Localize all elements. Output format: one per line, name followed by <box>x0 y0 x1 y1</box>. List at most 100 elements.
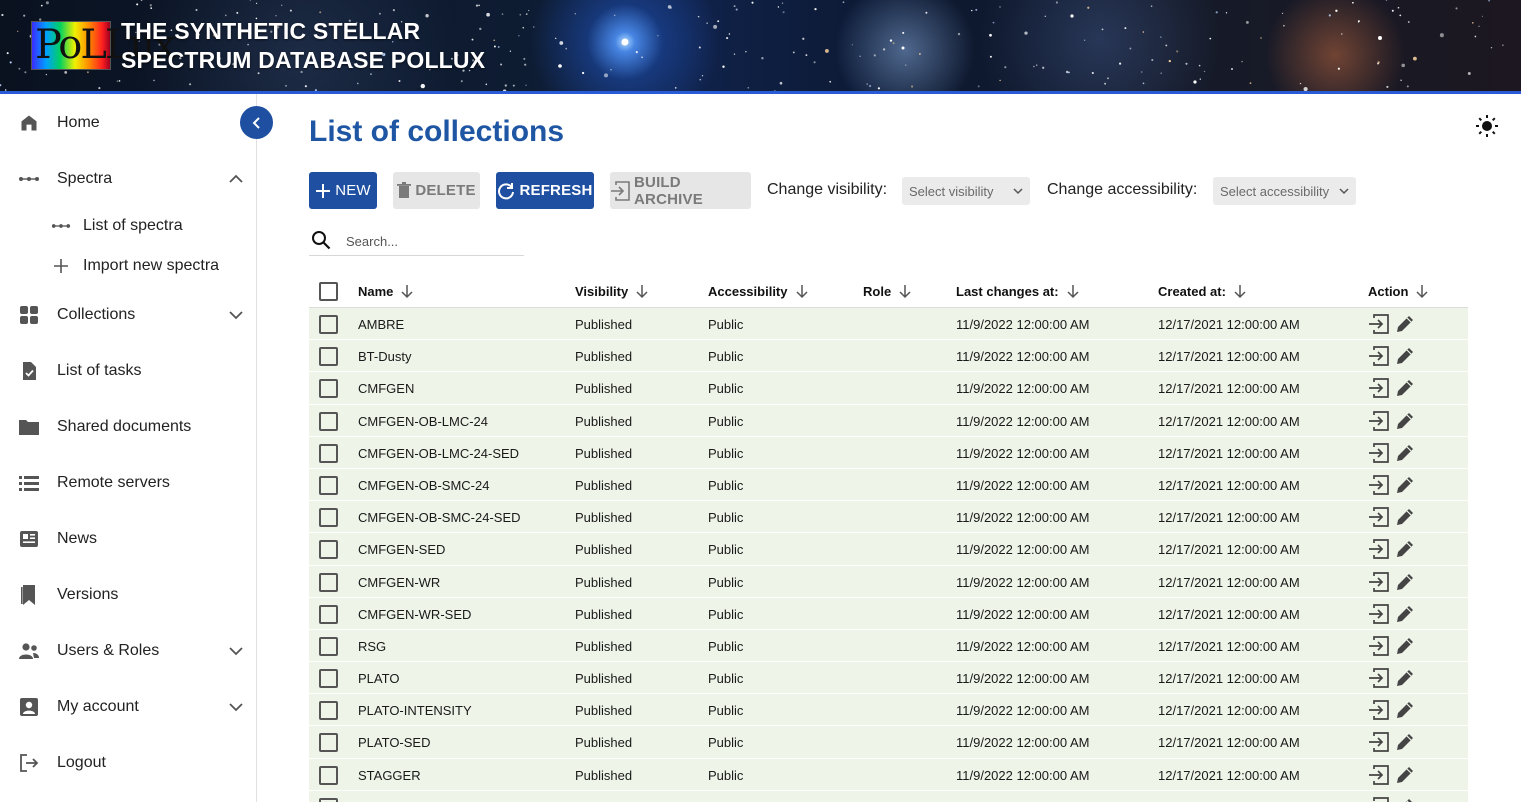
column-header-name[interactable]: Name <box>358 283 415 299</box>
select-all-checkbox[interactable] <box>319 282 338 301</box>
pencil-icon[interactable] <box>1394 731 1416 753</box>
sidebar-collapse-button[interactable] <box>240 106 273 139</box>
delete-button[interactable]: DELETE <box>393 172 480 209</box>
row-checkbox[interactable] <box>319 508 338 528</box>
open-collection-icon[interactable] <box>1368 313 1390 335</box>
open-collection-icon[interactable] <box>1368 410 1390 432</box>
open-collection-icon[interactable] <box>1368 571 1390 593</box>
row-checkbox[interactable] <box>319 701 338 721</box>
pencil-icon[interactable] <box>1394 474 1416 496</box>
table-row[interactable]: CMFGEN-WR-SED Published Public 11/9/2022 12… <box>309 597 1468 630</box>
pencil-icon[interactable] <box>1394 538 1416 560</box>
pencil-icon[interactable] <box>1394 796 1416 802</box>
column-header-last-changes[interactable]: Last changes at: <box>956 283 1081 299</box>
table-row[interactable]: CMFGEN-WR Published Public 11/9/2022 12:00:… <box>309 565 1468 598</box>
row-checkbox[interactable] <box>319 733 338 753</box>
row-checkbox[interactable] <box>319 540 338 560</box>
column-header-role[interactable]: Role <box>863 283 913 299</box>
search-input[interactable] <box>346 231 516 251</box>
sidebar-item-home[interactable]: Home <box>0 95 256 151</box>
pencil-icon[interactable] <box>1394 667 1416 689</box>
row-checkbox[interactable] <box>319 765 338 785</box>
pencil-icon[interactable] <box>1394 442 1416 464</box>
pencil-icon[interactable] <box>1394 635 1416 657</box>
row-checkbox[interactable] <box>319 379 338 399</box>
sort-arrow-down-icon[interactable] <box>1232 283 1248 299</box>
sidebar-item-versions[interactable]: Versions <box>0 567 256 623</box>
sort-arrow-down-icon[interactable] <box>399 283 415 299</box>
pencil-icon[interactable] <box>1394 506 1416 528</box>
table-row[interactable]: PLATO Published Public 11/9/2022 12:00:00 A… <box>309 662 1468 695</box>
sidebar-item-news[interactable]: News <box>0 511 256 567</box>
sun-icon[interactable] <box>1475 114 1499 138</box>
sidebar-item-list-of-spectra[interactable]: List of spectra <box>0 206 256 246</box>
table-row[interactable]: PLATO-INTENSITY Published Public 11/9/2022 … <box>309 694 1468 727</box>
table-row[interactable]: PLATO-SED Published Public 11/9/2022 12:00:… <box>309 726 1468 759</box>
table-row[interactable]: RSG Published Public 11/9/2022 12:00:00 AM 1… <box>309 629 1468 663</box>
sidebar-item-spectra[interactable]: Spectra <box>0 151 256 207</box>
sort-arrow-down-icon[interactable] <box>1065 283 1081 299</box>
sidebar-item-users-roles[interactable]: Users & Roles <box>0 623 256 679</box>
visibility-select[interactable]: Select visibility <box>902 177 1030 205</box>
table-row[interactable]: STAGGER Published Public 11/9/2022 12:00:00… <box>309 758 1468 791</box>
open-collection-icon[interactable] <box>1368 345 1390 367</box>
open-collection-icon[interactable] <box>1368 796 1390 802</box>
row-checkbox[interactable] <box>319 669 338 689</box>
sidebar-item-import-new-spectra[interactable]: Import new spectra <box>0 246 256 286</box>
table-row[interactable]: AMBRE Published Public 11/9/2022 12:00:00 A… <box>309 308 1468 341</box>
open-collection-icon[interactable] <box>1368 731 1390 753</box>
pencil-icon[interactable] <box>1394 603 1416 625</box>
open-collection-icon[interactable] <box>1368 377 1390 399</box>
row-checkbox[interactable] <box>319 604 338 624</box>
pencil-icon[interactable] <box>1394 377 1416 399</box>
pencil-icon[interactable] <box>1394 764 1416 786</box>
row-checkbox[interactable] <box>319 636 338 656</box>
row-checkbox[interactable] <box>319 572 338 592</box>
open-collection-icon[interactable] <box>1368 635 1390 657</box>
sidebar-item-my-account[interactable]: My account <box>0 679 256 735</box>
new-button[interactable]: NEW <box>309 172 377 209</box>
accessibility-select[interactable]: Select accessibility <box>1213 177 1356 205</box>
table-row[interactable]: CMFGEN-SED Published Public 11/9/2022 12:00… <box>309 533 1468 566</box>
open-collection-icon[interactable] <box>1368 506 1390 528</box>
pencil-icon[interactable] <box>1394 699 1416 721</box>
table-row[interactable]: CMFGEN-OB-SMC-24 Published Public 11/9/2022… <box>309 468 1468 502</box>
table-row[interactable] <box>309 790 1468 802</box>
pencil-icon[interactable] <box>1394 410 1416 432</box>
open-collection-icon[interactable] <box>1368 474 1390 496</box>
open-collection-icon[interactable] <box>1368 442 1390 464</box>
table-row[interactable]: BT-Dusty Published Public 11/9/2022 12:00:0… <box>309 340 1468 373</box>
column-header-accessibility[interactable]: Accessibility <box>708 283 810 299</box>
open-collection-icon[interactable] <box>1368 538 1390 560</box>
sort-arrow-down-icon[interactable] <box>634 283 650 299</box>
sidebar-item-list-of-tasks[interactable]: List of tasks <box>0 343 256 399</box>
row-checkbox[interactable] <box>319 443 338 463</box>
column-header-action[interactable]: Action <box>1368 283 1430 299</box>
open-collection-icon[interactable] <box>1368 667 1390 689</box>
sidebar-item-collections[interactable]: Collections <box>0 287 256 343</box>
open-collection-icon[interactable] <box>1368 603 1390 625</box>
column-header-created[interactable]: Created at: <box>1158 283 1248 299</box>
sort-arrow-down-icon[interactable] <box>897 283 913 299</box>
build-archive-button[interactable]: BUILD ARCHIVE <box>610 172 751 209</box>
pencil-icon[interactable] <box>1394 313 1416 335</box>
table-row[interactable]: CMFGEN-OB-LMC-24 Published Public 11/9/2022… <box>309 404 1468 437</box>
sidebar-item-shared-documents[interactable]: Shared documents <box>0 399 256 455</box>
row-checkbox[interactable] <box>319 315 338 334</box>
row-checkbox[interactable] <box>319 411 338 431</box>
table-row[interactable]: CMFGEN Published Public 11/9/2022 12:00:00 … <box>309 372 1468 405</box>
row-checkbox[interactable] <box>319 475 338 495</box>
open-collection-icon[interactable] <box>1368 699 1390 721</box>
table-row[interactable]: CMFGEN-OB-SMC-24-SED Published Public 11/9/… <box>309 501 1468 534</box>
open-collection-icon[interactable] <box>1368 764 1390 786</box>
pencil-icon[interactable] <box>1394 571 1416 593</box>
sort-arrow-down-icon[interactable] <box>794 283 810 299</box>
row-checkbox[interactable] <box>319 797 338 802</box>
sidebar-item-logout[interactable]: Logout <box>0 735 256 791</box>
refresh-button[interactable]: REFRESH <box>496 172 594 209</box>
row-checkbox[interactable] <box>319 347 338 367</box>
table-row[interactable]: CMFGEN-OB-LMC-24-SED Published Public 11/9/… <box>309 436 1468 469</box>
sidebar-item-remote-servers[interactable]: Remote servers <box>0 455 256 511</box>
pencil-icon[interactable] <box>1394 345 1416 367</box>
column-header-visibility[interactable]: Visibility <box>575 283 650 299</box>
